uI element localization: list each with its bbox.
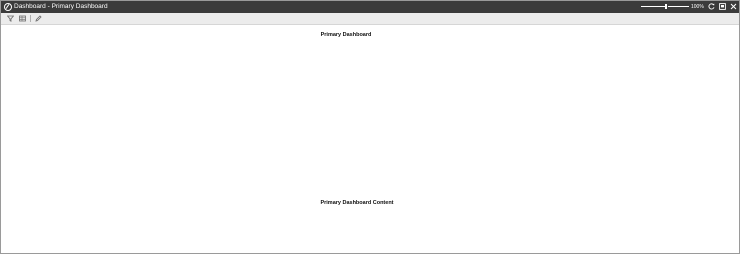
- dashboard-title: Primary Dashboard: [320, 32, 372, 38]
- toolbar-separator: [30, 15, 31, 22]
- filter-icon[interactable]: [7, 15, 14, 22]
- pencil-icon[interactable]: [35, 15, 42, 22]
- window-title: Dashboard - Primary Dashboard: [14, 3, 108, 10]
- close-icon[interactable]: [730, 3, 737, 10]
- dashboard-window: Dashboard - Primary Dashboard 100% Prima…: [0, 0, 740, 254]
- zoom-level: 100%: [691, 4, 704, 10]
- maximize-icon[interactable]: [719, 3, 726, 10]
- zoom-slider[interactable]: [641, 4, 689, 9]
- toolbar: [1, 13, 739, 25]
- dashboard-content-label: Primary Dashboard Content: [320, 200, 394, 206]
- title-bar: Dashboard - Primary Dashboard 100%: [1, 1, 739, 13]
- app-logo-icon: [4, 3, 12, 11]
- table-icon[interactable]: [19, 15, 26, 22]
- zoom-slider-thumb[interactable]: [665, 4, 667, 9]
- refresh-icon[interactable]: [708, 3, 715, 10]
